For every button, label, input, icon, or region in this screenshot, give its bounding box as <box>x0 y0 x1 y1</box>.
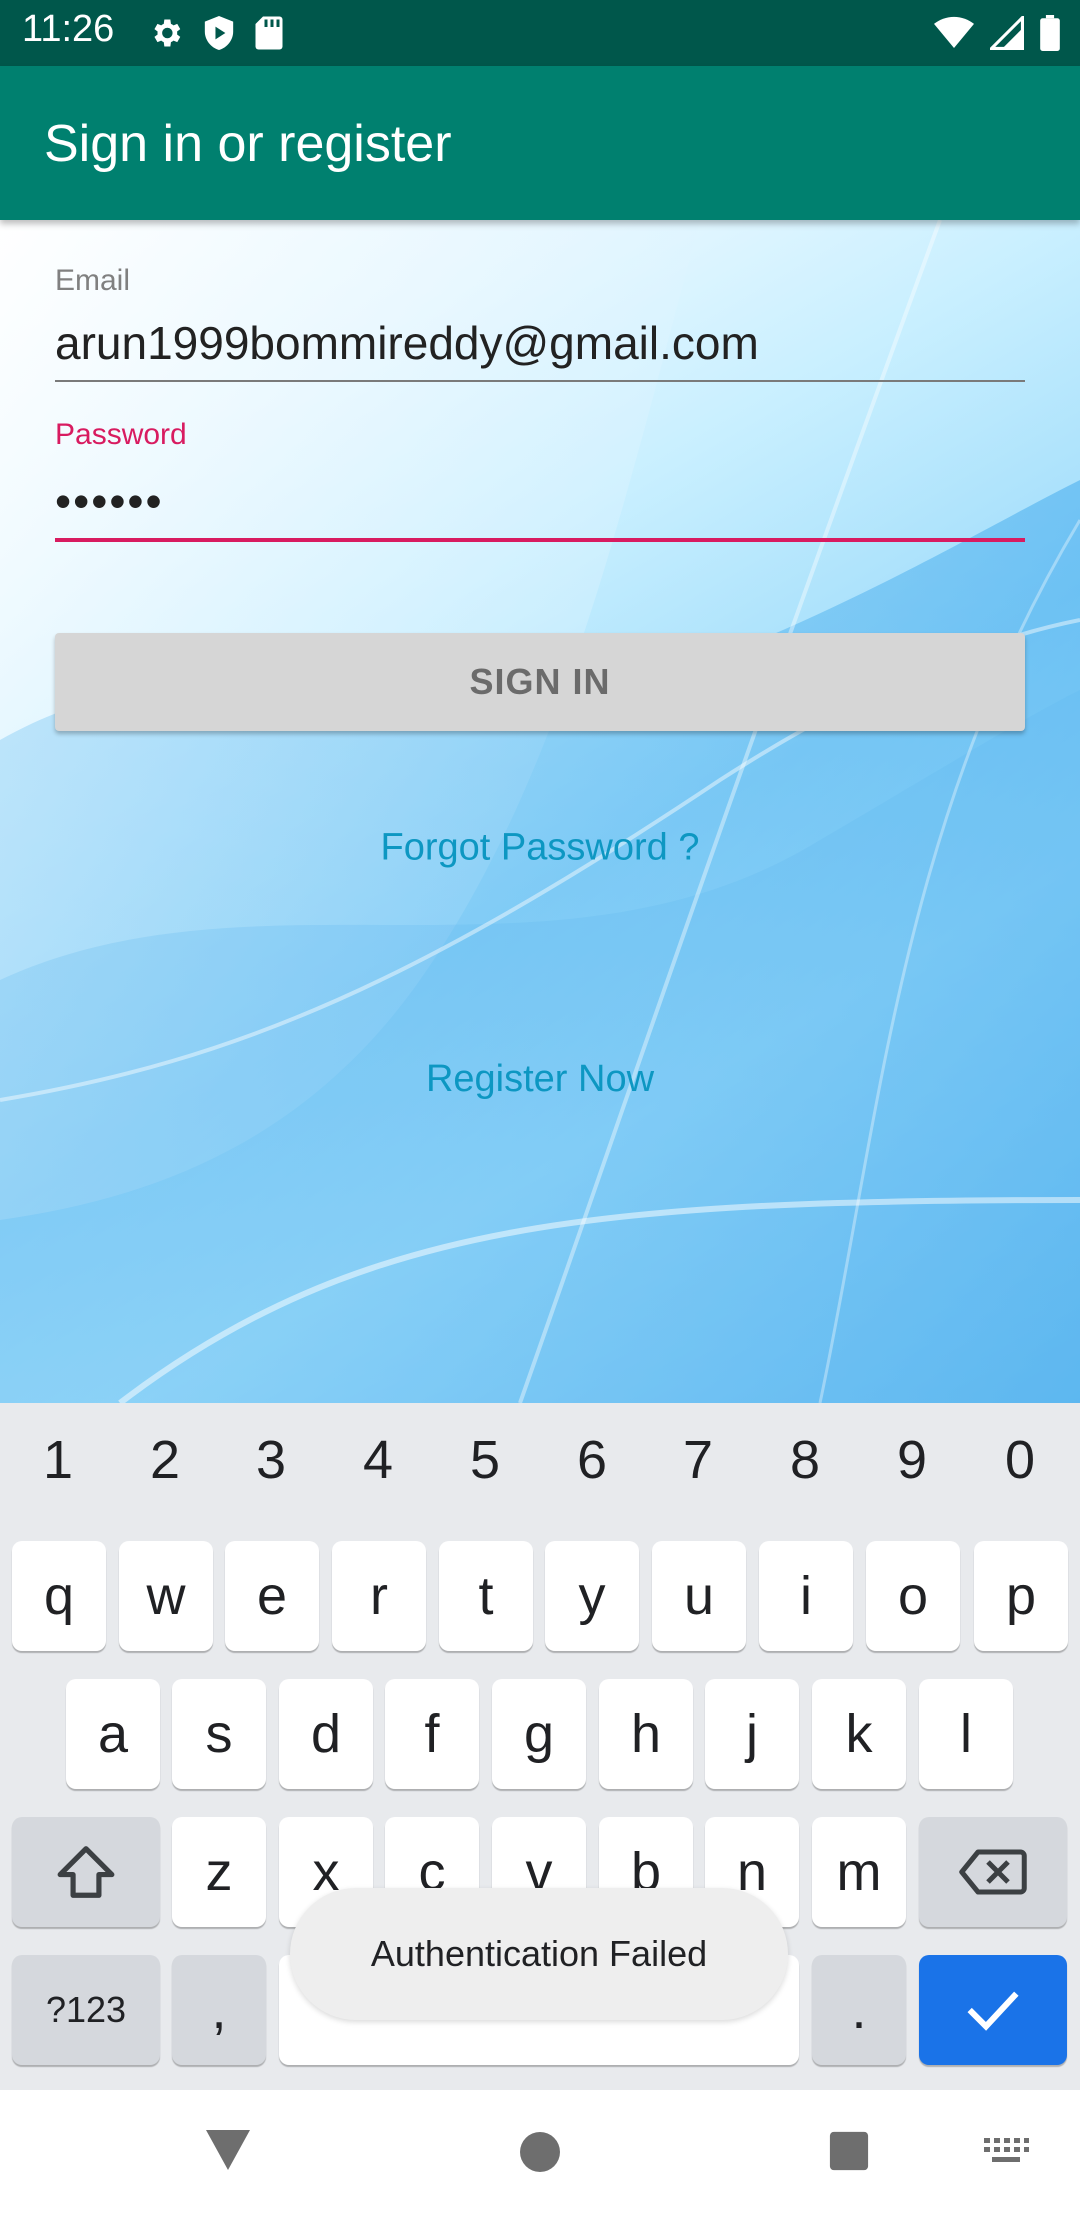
page-title: Sign in or register <box>44 115 452 173</box>
password-label: Password <box>55 418 187 451</box>
recents-square-icon <box>829 2131 869 2171</box>
wifi-icon <box>934 16 974 48</box>
key-6[interactable]: 6 <box>542 1429 642 1491</box>
key-o[interactable]: o <box>866 1541 960 1651</box>
back-button[interactable] <box>204 2128 252 2172</box>
keyboard-icon <box>984 2138 1029 2162</box>
symbols-key[interactable]: ?123 <box>12 1955 160 2065</box>
sign-in-form: Email arun1999bommireddy@gmail.com Passw… <box>0 220 1080 1403</box>
key-0[interactable]: 0 <box>970 1429 1070 1491</box>
key-p[interactable]: p <box>974 1541 1068 1651</box>
key-e[interactable]: e <box>225 1541 319 1651</box>
status-icons-left <box>148 12 284 54</box>
status-time: 11:26 <box>22 8 115 50</box>
key-2[interactable]: 2 <box>115 1429 215 1491</box>
forgot-password-link[interactable]: Forgot Password ? <box>0 827 1080 870</box>
backspace-icon <box>959 1849 1027 1895</box>
key-r[interactable]: r <box>332 1541 426 1651</box>
key-9[interactable]: 9 <box>862 1429 962 1491</box>
key-y[interactable]: y <box>545 1541 639 1651</box>
keyboard-number-row: 1 2 3 4 5 6 7 8 9 0 <box>0 1403 1080 1523</box>
key-j[interactable]: j <box>705 1679 799 1789</box>
key-3[interactable]: 3 <box>221 1429 321 1491</box>
email-label: Email <box>55 264 131 297</box>
key-u[interactable]: u <box>652 1541 746 1651</box>
key-5[interactable]: 5 <box>435 1429 535 1491</box>
key-t[interactable]: t <box>439 1541 533 1651</box>
home-circle-icon <box>520 2132 560 2172</box>
period-key[interactable]: . <box>812 1955 906 2065</box>
toast-message: Authentication Failed <box>290 1888 788 2020</box>
key-d[interactable]: d <box>279 1679 373 1789</box>
key-8[interactable]: 8 <box>755 1429 855 1491</box>
comma-key[interactable]: , <box>172 1955 266 2065</box>
enter-key[interactable] <box>919 1955 1067 2065</box>
key-s[interactable]: s <box>172 1679 266 1789</box>
home-button[interactable] <box>518 2130 562 2174</box>
gear-icon <box>154 19 181 47</box>
key-h[interactable]: h <box>599 1679 693 1789</box>
checkmark-icon <box>967 1991 1019 2031</box>
key-f[interactable]: f <box>385 1679 479 1789</box>
sign-in-button[interactable]: SIGN IN <box>55 633 1025 731</box>
background-waves <box>0 220 1080 1403</box>
key-m[interactable]: m <box>812 1817 906 1927</box>
app-bar: Sign in or register <box>0 66 1080 220</box>
key-7[interactable]: 7 <box>648 1429 748 1491</box>
backspace-key[interactable] <box>919 1817 1067 1927</box>
key-i[interactable]: i <box>759 1541 853 1651</box>
sd-card-icon <box>255 16 283 50</box>
recents-button[interactable] <box>828 2130 870 2172</box>
shield-play-icon <box>204 16 234 50</box>
status-bar: 11:26 <box>0 0 1080 66</box>
shift-icon <box>57 1846 115 1898</box>
register-now-link[interactable]: Register Now <box>0 1058 1080 1101</box>
key-g[interactable]: g <box>492 1679 586 1789</box>
key-w[interactable]: w <box>119 1541 213 1651</box>
navigation-bar <box>0 2090 1080 2220</box>
key-q[interactable]: q <box>12 1541 106 1651</box>
shift-key[interactable] <box>12 1817 160 1927</box>
battery-icon <box>1040 15 1060 51</box>
password-field[interactable]: •••••• <box>55 474 1025 542</box>
email-field[interactable]: arun1999bommireddy@gmail.com <box>55 316 1025 382</box>
back-triangle-icon <box>206 2130 250 2170</box>
key-1[interactable]: 1 <box>8 1429 108 1491</box>
key-a[interactable]: a <box>66 1679 160 1789</box>
key-k[interactable]: k <box>812 1679 906 1789</box>
key-l[interactable]: l <box>919 1679 1013 1789</box>
key-4[interactable]: 4 <box>328 1429 428 1491</box>
status-icons-right <box>934 12 1060 54</box>
cell-signal-icon <box>990 16 1024 50</box>
keyboard-switch-button[interactable] <box>982 2136 1030 2166</box>
key-z[interactable]: z <box>172 1817 266 1927</box>
